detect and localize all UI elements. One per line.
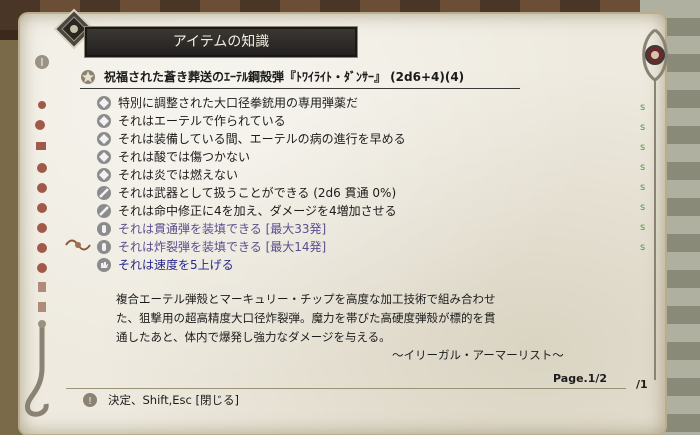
svg-text:s: s — [640, 242, 645, 253]
property-item: それは酸では傷つかない — [96, 148, 616, 166]
svg-text:s: s — [640, 202, 645, 213]
hint-icon: ! — [83, 393, 97, 407]
item-description: 複合エーテル弾殻とマーキュリー・チップを高度な加工技術で組み合わせ た、狙撃用の… — [116, 290, 606, 347]
property-item: それは命中修正に4を加え、ダメージを4増加させる — [96, 202, 616, 220]
sword-icon — [97, 204, 111, 218]
sword-icon — [97, 186, 111, 200]
right-ornament-chain: sss sss ss — [640, 28, 668, 380]
item-name: 祝福された蒼き葬送のｴｰﾃﾙ鋼殻弾『ﾄﾜｲﾗｲﾄ・ﾀﾞﾝｻｰ』 (2d6+4)(… — [104, 70, 465, 84]
bullet-icon — [97, 240, 111, 254]
svg-text:!: ! — [88, 396, 92, 407]
description-line: 複合エーテル弾殻とマーキュリー・チップを高度な加工技術で組み合わせ — [116, 292, 496, 306]
property-text: それはエーテルで作られている — [118, 114, 286, 128]
page-indicator-alt: /1 — [636, 378, 648, 391]
diamond-icon — [97, 132, 111, 146]
property-text: 特別に調整された大口径拳銃用の専用弾薬だ — [118, 96, 359, 110]
window-title: アイテムの知識 — [85, 27, 357, 57]
svg-text:s: s — [640, 162, 645, 173]
property-item: それは貫通弾を装填できる [最大33発] — [96, 220, 616, 238]
svg-text:s: s — [640, 122, 645, 133]
property-item: それは速度を5上げる — [96, 256, 616, 274]
property-item: それは炎では燃えない — [96, 166, 616, 184]
hook-ornament-icon — [24, 320, 49, 417]
page-indicator: Page.1/2 — [553, 372, 608, 385]
svg-text:s: s — [640, 142, 645, 153]
property-item: 特別に調整された大口径拳銃用の専用弾薬だ — [96, 94, 616, 112]
property-item: それは装備している間、エーテルの病の進行を早める — [96, 130, 616, 148]
property-text: それは貫通弾を装填できる [最大33発] — [118, 222, 327, 236]
property-text: それは命中修正に4を加え、ダメージを4増加させる — [118, 204, 397, 218]
svg-text:s: s — [640, 102, 645, 113]
diamond-icon — [97, 150, 111, 164]
item-star-icon — [81, 70, 95, 84]
diamond-icon — [97, 96, 111, 110]
bullet-icon — [97, 222, 111, 236]
property-text: それは酸では傷つかない — [118, 150, 251, 164]
property-item: それはエーテルで作られている — [96, 112, 616, 130]
property-text: それは速度を5上げる — [118, 258, 234, 272]
key-hint-text: 決定、Shift,Esc [閉じる] — [108, 393, 240, 407]
property-text: それは炎では燃えない — [118, 168, 239, 182]
svg-text:s: s — [640, 222, 645, 233]
property-item: それは武器として扱うことができる (2d6 貫通 0%) — [96, 184, 616, 202]
diamond-icon — [97, 114, 111, 128]
description-signature: ～イリーガル・アーマーリスト～ — [392, 348, 564, 362]
svg-text:I: I — [40, 56, 43, 69]
hand-icon — [97, 258, 111, 272]
description-line: た、狙撃用の超高精度大口径炸裂弾。魔力を帯びた高硬度弾殻が標的を貫 — [116, 311, 496, 325]
diamond-icon — [97, 168, 111, 182]
description-line: 通したあと、体内で爆発し強力なダメージを与える。 — [116, 330, 391, 344]
item-name-row: 祝福された蒼き葬送のｴｰﾃﾙ鋼殻弾『ﾄﾜｲﾗｲﾄ・ﾀﾞﾝｻｰ』 (2d6+4)(… — [80, 68, 520, 89]
footer-divider — [66, 388, 626, 389]
property-list: 特別に調整された大口径拳銃用の専用弾薬だ それはエーテルで作られている それは装… — [96, 94, 616, 274]
property-text: それは武器として扱うことができる (2d6 貫通 0%) — [118, 186, 397, 200]
svg-text:s: s — [640, 182, 645, 193]
property-text: それは装備している間、エーテルの病の進行を早める — [118, 132, 406, 146]
property-item: それは炸裂弾を装填できる [最大14発] — [96, 238, 616, 256]
property-text: それは炸裂弾を装填できる [最大14発] — [118, 240, 327, 254]
equipped-mark-icon — [65, 239, 91, 251]
